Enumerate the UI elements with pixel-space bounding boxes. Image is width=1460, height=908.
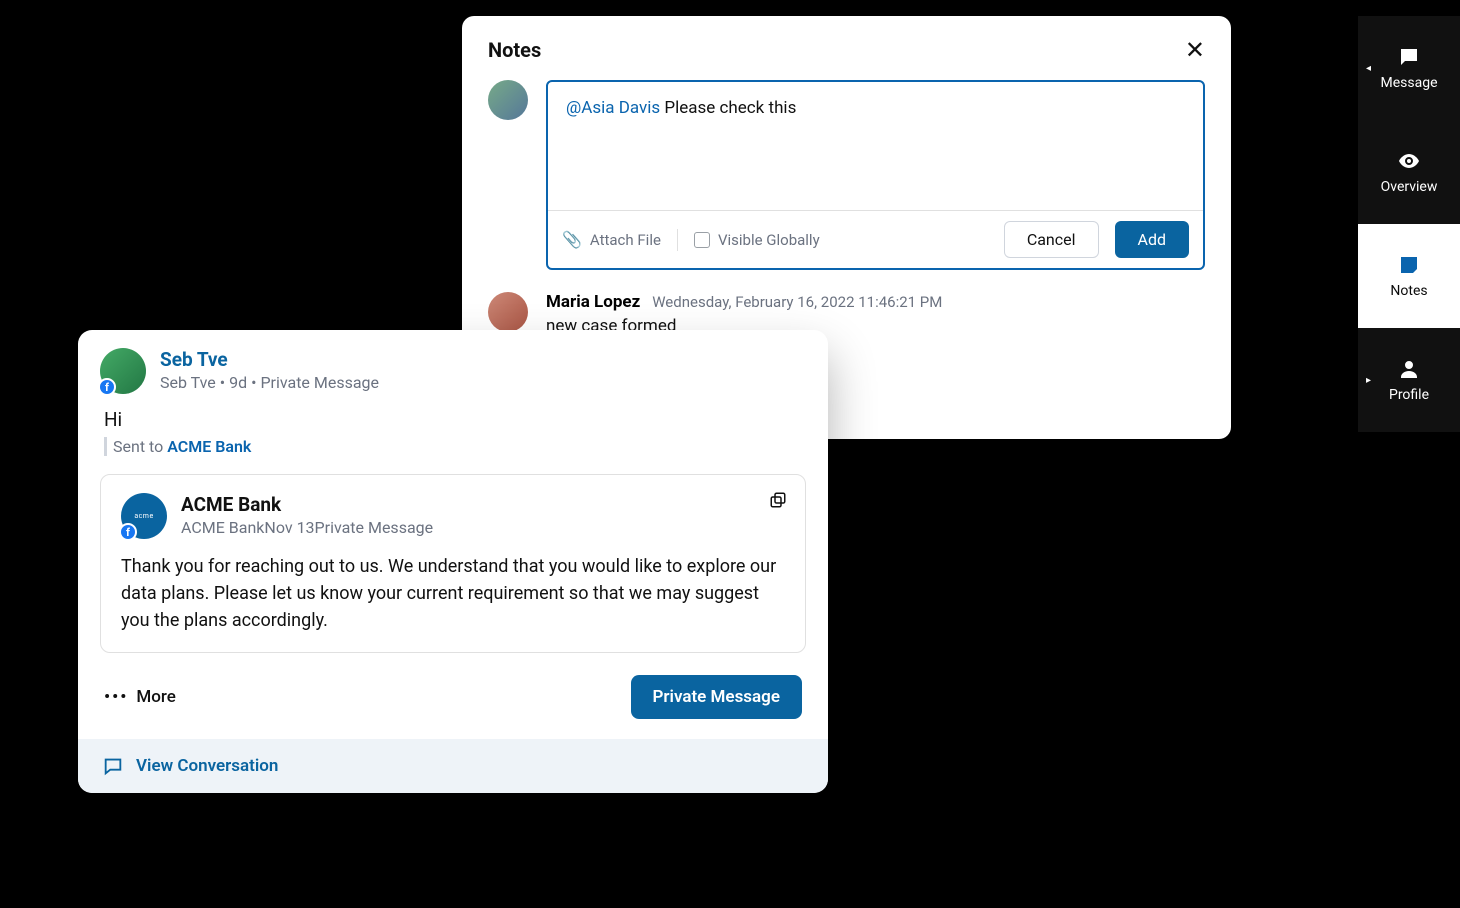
reply-body: Thank you for reaching out to us. We und… [121,553,785,634]
company-name: ACME Bank [181,493,433,516]
view-conversation-label: View Conversation [136,756,278,776]
eye-icon [1397,149,1421,173]
paperclip-icon: 📎 [562,230,582,249]
sent-to-label: Sent to [113,437,167,456]
sender-channel: Private Message [260,373,379,392]
reply-meta: ACME BankNov 13Private Message [181,518,433,537]
facebook-badge-icon: f [119,523,137,541]
company-brand-text: acme [134,512,153,520]
sender-meta-name: Seb Tve [160,373,216,392]
note-icon [1397,253,1421,277]
more-label: More [136,687,175,707]
notes-title: Notes [488,38,541,62]
visible-label: Visible Globally [718,231,820,249]
compose-avatar [488,80,528,120]
toolbar-divider [677,229,678,251]
company-avatar: acme f [121,493,167,539]
message-icon [1397,45,1421,69]
sent-to-link[interactable]: ACME Bank [167,437,251,456]
visible-globally-checkbox[interactable]: Visible Globally [694,231,820,249]
compose-box: @Asia Davis Please check this 📎 Attach F… [546,80,1205,270]
facebook-badge-icon: f [98,378,116,396]
reply-header: acme f ACME Bank ACME BankNov 13Private … [121,493,785,539]
rail-overview-label: Overview [1381,179,1438,195]
rail-message-label: Message [1381,75,1438,91]
rail-notes-label: Notes [1390,283,1427,299]
rail-profile-label: Profile [1389,387,1429,403]
sender-avatar: f [100,348,146,394]
message-body: Hi [104,408,806,431]
chevron-left-icon: ◂ [1366,63,1371,74]
rail-message[interactable]: ◂ Message [1358,16,1460,120]
note-meta: Maria Lopez Wednesday, February 16, 2022… [546,292,942,312]
private-message-button[interactable]: Private Message [631,675,803,719]
view-conversation-button[interactable]: View Conversation [78,739,828,793]
rail-profile[interactable]: ▸ Profile [1358,328,1460,432]
compose-toolbar: 📎 Attach File Visible Globally Cancel Ad… [548,210,1203,268]
sender-age: 9d [229,373,247,392]
reply-date: Nov 13 [264,518,314,537]
attach-label: Attach File [590,231,661,249]
card-footer: ••• More Private Message [100,671,806,719]
sender-name[interactable]: Seb Tve [160,348,379,371]
right-rail: ◂ Message Overview Notes ▸ Profile [1358,16,1460,432]
rail-notes[interactable]: Notes [1358,224,1460,328]
sent-to: Sent to ACME Bank [104,437,806,456]
compose-row: @Asia Davis Please check this 📎 Attach F… [488,80,1205,270]
note-author: Maria Lopez [546,292,640,312]
attach-file-button[interactable]: 📎 Attach File [562,230,661,249]
note-author-avatar [488,292,528,332]
add-button[interactable]: Add [1115,221,1189,258]
more-button[interactable]: ••• More [104,687,176,707]
reply-card: acme f ACME Bank ACME BankNov 13Private … [100,474,806,653]
reply-meta-name: ACME Bank [181,518,264,537]
cancel-button[interactable]: Cancel [1004,221,1099,258]
close-icon[interactable]: ✕ [1185,38,1205,62]
sender-meta: Seb Tve 9d Private Message [160,373,379,392]
reply-channel: Private Message [315,518,434,537]
note-input-text: Please check this [660,98,796,118]
notes-header: Notes ✕ [488,38,1205,62]
person-icon [1397,357,1421,381]
checkbox-icon [694,232,710,248]
note-timestamp: Wednesday, February 16, 2022 11:46:21 PM [652,293,942,311]
chat-icon [102,755,124,777]
popout-icon[interactable] [769,491,787,509]
dots-icon: ••• [104,687,128,707]
rail-overview[interactable]: Overview [1358,120,1460,224]
message-header: f Seb Tve Seb Tve 9d Private Message [100,348,806,394]
chevron-right-icon: ▸ [1366,375,1371,386]
note-input[interactable]: @Asia Davis Please check this [548,82,1203,210]
mention-chip[interactable]: @Asia Davis [566,98,660,118]
conversation-card: f Seb Tve Seb Tve 9d Private Message Hi Se… [78,330,828,793]
